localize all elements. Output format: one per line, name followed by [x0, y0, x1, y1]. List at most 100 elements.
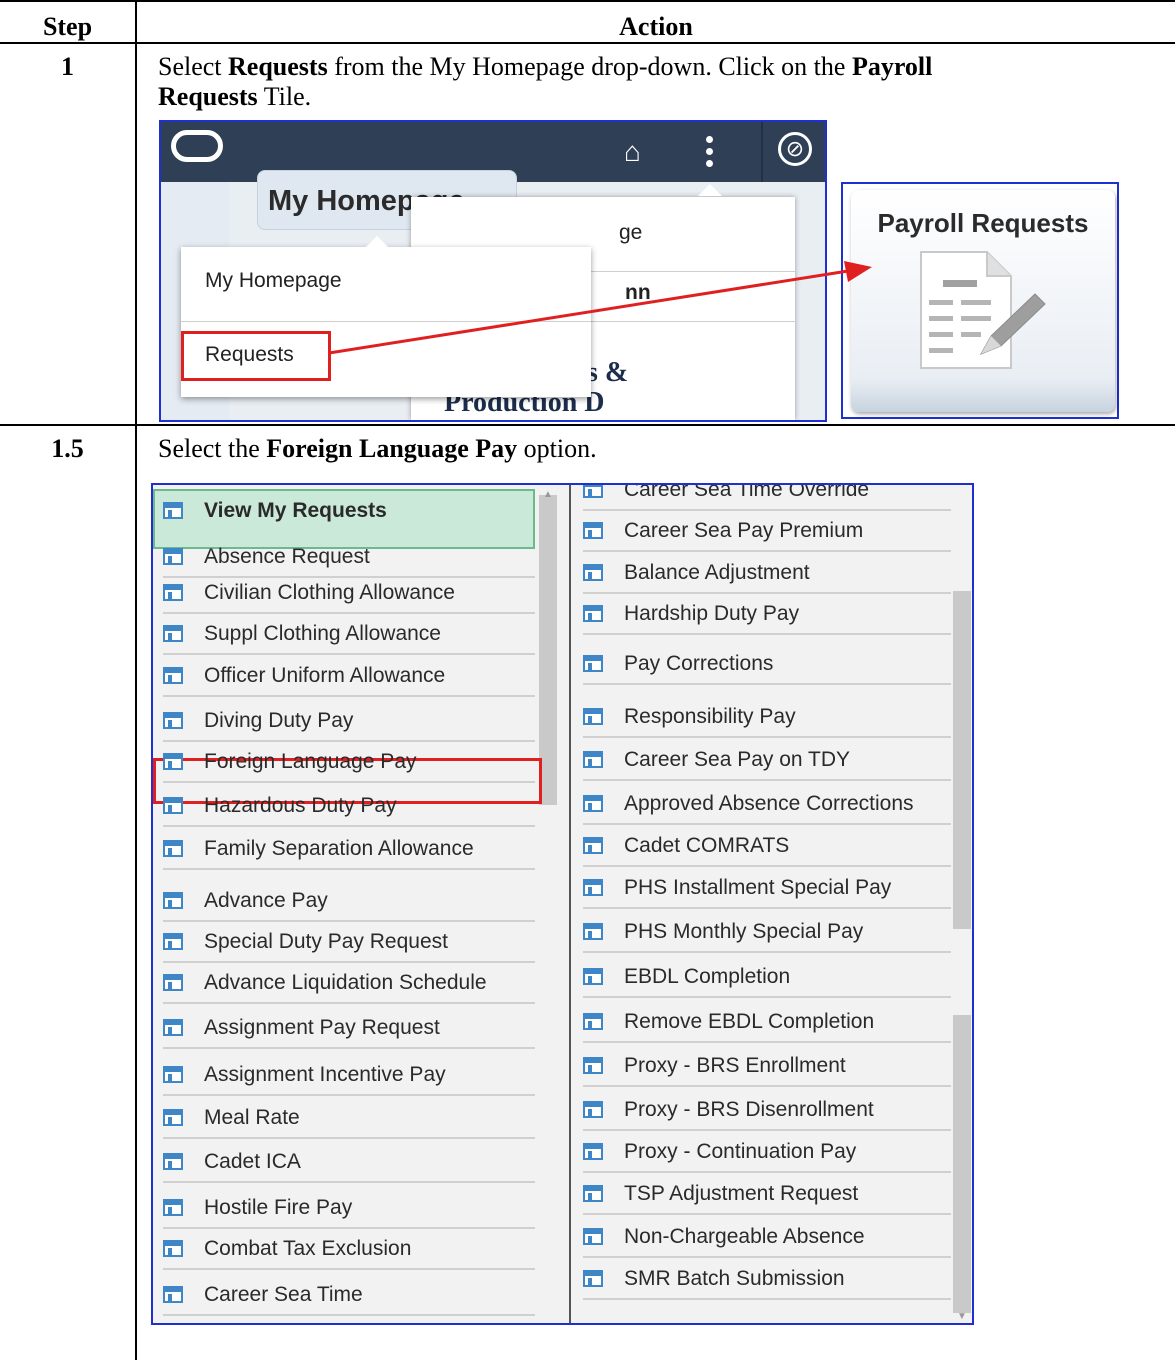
compass-icon[interactable]: ⊘: [778, 132, 812, 166]
request-item-label: Responsibility Pay: [624, 705, 796, 728]
table-border-top: [0, 0, 1175, 2]
page-icon: [163, 584, 183, 601]
request-item-cadet-ica[interactable]: Cadet ICA: [163, 1147, 535, 1177]
request-item-hostile-fire-pay[interactable]: Hostile Fire Pay: [163, 1193, 535, 1223]
request-item-family-separation-allowance[interactable]: Family Separation Allowance: [163, 834, 535, 864]
request-item-label: Absence Request: [204, 545, 370, 568]
arrow-to-tile: [328, 261, 872, 355]
right-scrollbar-lower[interactable]: [953, 1015, 971, 1313]
request-item-career-sea-time[interactable]: Career Sea Time: [163, 1280, 535, 1310]
page-icon: [163, 712, 183, 729]
request-item-tsp-adjustment-request[interactable]: TSP Adjustment Request: [583, 1179, 951, 1209]
page-icon: [583, 605, 603, 622]
request-item-proxy-brs-enrollment[interactable]: Proxy - BRS Enrollment: [583, 1051, 951, 1081]
request-item-remove-ebdl-completion[interactable]: Remove EBDL Completion: [583, 1007, 951, 1037]
item-separator: [583, 823, 951, 825]
page-icon: [583, 1143, 603, 1160]
request-item-view-my-requests[interactable]: View My Requests: [163, 496, 535, 526]
request-item-officer-uniform-allowance[interactable]: Officer Uniform Allowance: [163, 661, 535, 691]
right-column: Career Sea Time Override Career Sea Pay P…: [571, 485, 951, 1323]
header-action: Action: [619, 12, 693, 41]
request-item-special-duty-pay-request[interactable]: Special Duty Pay Request: [163, 927, 535, 957]
right-scrollbar[interactable]: [953, 591, 971, 929]
request-item-assignment-pay-request[interactable]: Assignment Pay Request: [163, 1013, 535, 1043]
request-item-smr-batch-submission[interactable]: SMR Batch Submission: [583, 1264, 951, 1294]
page-icon: [163, 1153, 183, 1170]
item-separator: [583, 951, 951, 953]
request-item-non-chargeable-absence[interactable]: Non-Chargeable Absence: [583, 1222, 951, 1252]
request-item-career-sea-time-override[interactable]: Career Sea Time Override: [583, 485, 951, 505]
item-separator: [583, 592, 951, 594]
home-icon[interactable]: ⌂: [624, 138, 641, 166]
page-icon: [583, 655, 603, 672]
item-separator: [583, 1256, 951, 1258]
request-item-label: Special Duty Pay Request: [204, 930, 448, 953]
page-icon: [583, 564, 603, 581]
request-item-label: Approved Absence Corrections: [624, 792, 914, 815]
request-item-label: Non-Chargeable Absence: [624, 1225, 865, 1248]
page-icon: [163, 892, 183, 909]
request-item-hardship-duty-pay[interactable]: Hardship Duty Pay: [583, 599, 951, 629]
request-item-label: Assignment Pay Request: [204, 1016, 440, 1039]
request-item-proxy-continuation-pay[interactable]: Proxy - Continuation Pay: [583, 1137, 951, 1167]
request-item-assignment-incentive-pay[interactable]: Assignment Incentive Pay: [163, 1060, 535, 1090]
request-item-label: Advance Pay: [204, 889, 328, 912]
page-icon: [583, 1270, 603, 1287]
request-item-career-sea-pay-premium[interactable]: Career Sea Pay Premium: [583, 516, 951, 546]
request-item-cadet-comrats[interactable]: Cadet COMRATS: [583, 831, 951, 861]
request-item-proxy-brs-disenrollment[interactable]: Proxy - BRS Disenrollment: [583, 1095, 951, 1125]
scroll-down-icon[interactable]: ▼: [957, 1311, 967, 1322]
page-icon: [583, 751, 603, 768]
request-item-label: EBDL Completion: [624, 965, 791, 988]
request-item-absence-request[interactable]: Absence Request: [163, 542, 535, 572]
request-item-label: PHS Monthly Special Pay: [624, 920, 864, 943]
kebab-icon[interactable]: [706, 136, 714, 170]
item-separator: [163, 1181, 535, 1183]
item-separator: [163, 1002, 535, 1004]
request-item-ebdl-completion[interactable]: EBDL Completion: [583, 962, 951, 992]
page-icon: [163, 797, 183, 814]
page-icon: [163, 1286, 183, 1303]
request-item-phs-monthly-special-pay[interactable]: PHS Monthly Special Pay: [583, 917, 951, 947]
item-separator: [583, 633, 951, 635]
request-item-advance-pay[interactable]: Advance Pay: [163, 886, 535, 916]
request-item-hazardous-duty-pay[interactable]: Hazardous Duty Pay: [163, 791, 535, 821]
request-item-advance-liquidation-schedule[interactable]: Advance Liquidation Schedule: [163, 968, 535, 998]
payroll-tile-screenshot: Payroll Requests: [841, 182, 1119, 419]
payroll-requests-tile[interactable]: Payroll Requests: [851, 190, 1115, 412]
request-item-label: Combat Tax Exclusion: [204, 1237, 412, 1260]
step-number: 1: [61, 52, 74, 81]
page-icon: [583, 1013, 603, 1030]
item-separator: [583, 1213, 951, 1215]
step-number: 1.5: [51, 434, 84, 463]
page-icon: [583, 1228, 603, 1245]
page-icon: [163, 753, 183, 770]
item-separator: [163, 1047, 535, 1049]
page-icon: [163, 933, 183, 950]
request-item-diving-duty-pay[interactable]: Diving Duty Pay: [163, 706, 535, 736]
request-item-balance-adjustment[interactable]: Balance Adjustment: [583, 558, 951, 588]
request-item-responsibility-pay[interactable]: Responsibility Pay: [583, 702, 951, 732]
requests-highlight-box: [181, 331, 331, 381]
request-item-meal-rate[interactable]: Meal Rate: [163, 1103, 535, 1133]
request-item-label: Family Separation Allowance: [204, 837, 474, 860]
request-item-combat-tax-exclusion[interactable]: Combat Tax Exclusion: [163, 1234, 535, 1264]
request-item-label: Civilian Clothing Allowance: [204, 581, 455, 604]
request-item-label: Pay Corrections: [624, 652, 774, 675]
request-item-approved-absence-corrections[interactable]: Approved Absence Corrections: [583, 789, 951, 819]
item-separator: [583, 996, 951, 998]
request-item-phs-installment-special-pay[interactable]: PHS Installment Special Pay: [583, 873, 951, 903]
item-separator: [163, 1314, 535, 1316]
request-item-suppl-clothing-allowance[interactable]: Suppl Clothing Allowance: [163, 619, 535, 649]
page-icon: [163, 974, 183, 991]
page-icon: [163, 667, 183, 684]
request-item-label: Diving Duty Pay: [204, 709, 354, 732]
request-item-civilian-clothing-allowance[interactable]: Civilian Clothing Allowance: [163, 578, 535, 608]
page-icon: [163, 1066, 183, 1083]
request-item-pay-corrections[interactable]: Pay Corrections: [583, 649, 951, 679]
request-item-label: SMR Batch Submission: [624, 1267, 845, 1290]
item-separator: [163, 1137, 535, 1139]
request-item-foreign-language-pay[interactable]: Foreign Language Pay: [163, 747, 535, 777]
instruction-text: Select: [158, 52, 229, 81]
request-item-career-sea-pay-on-tdy[interactable]: Career Sea Pay on TDY: [583, 745, 951, 775]
